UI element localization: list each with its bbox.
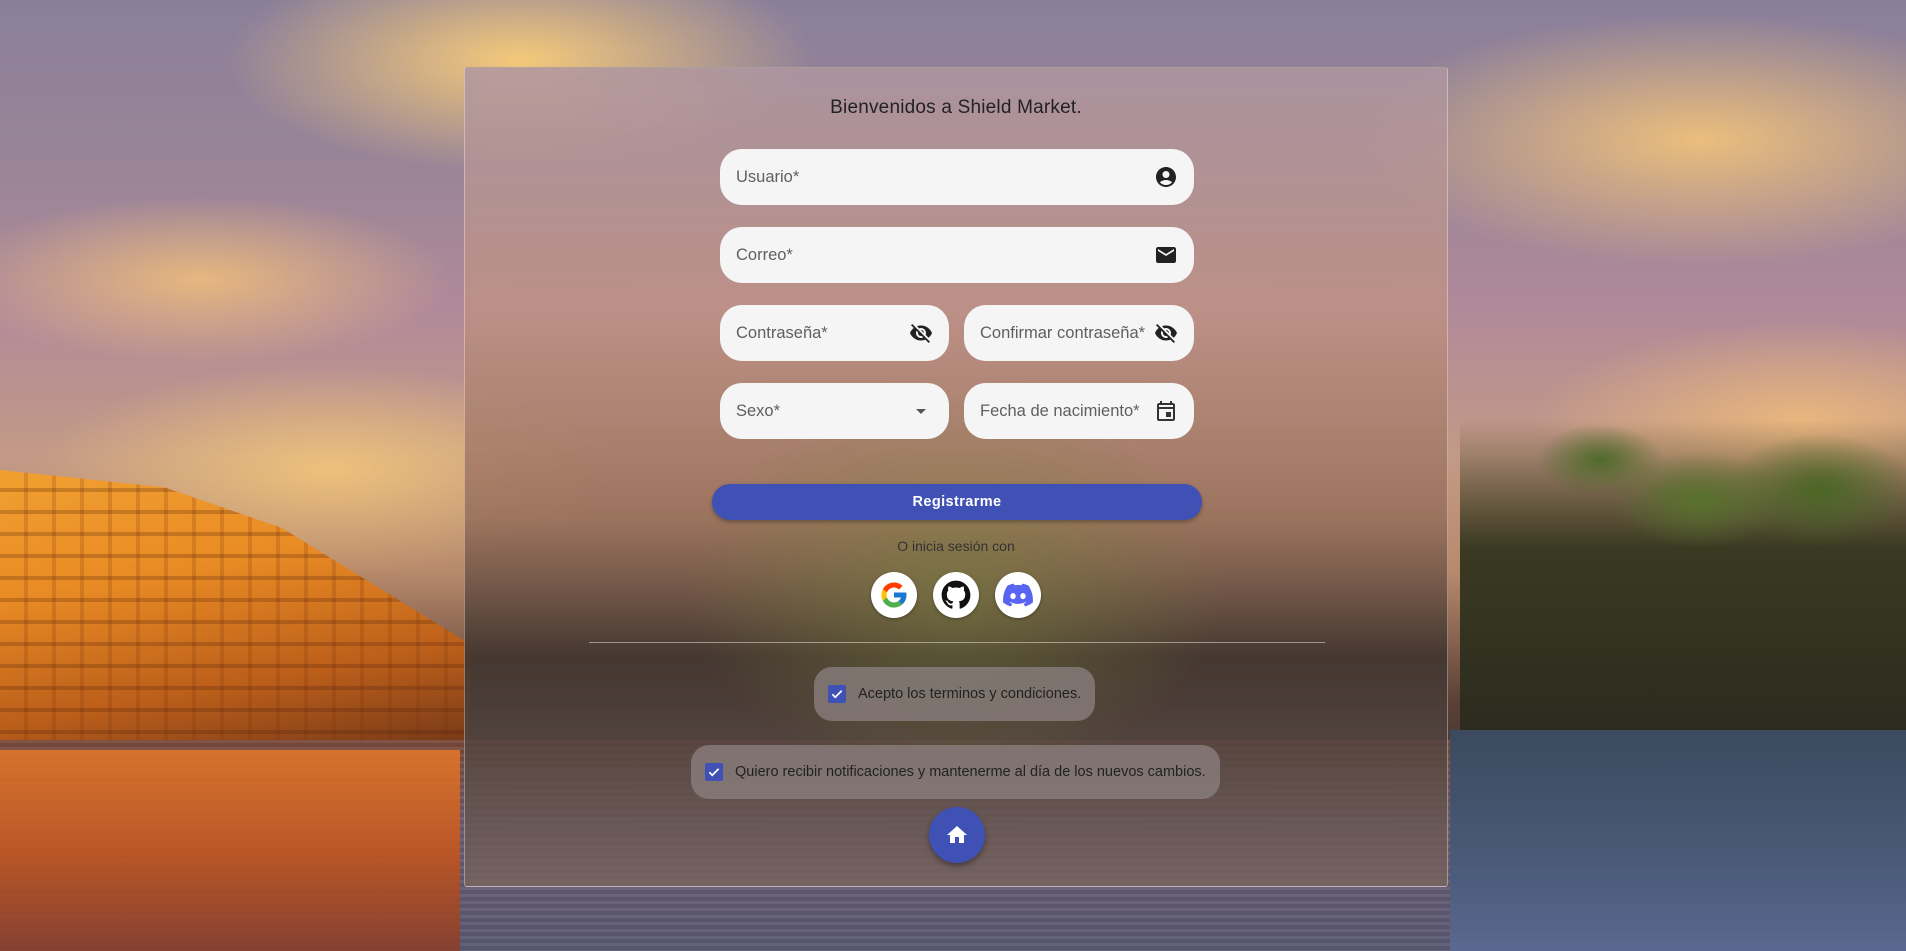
background-hill [0,470,470,760]
confirm-password-field[interactable]: Confirmar contraseña* [964,305,1194,361]
home-button[interactable] [929,807,985,863]
terms-label: Acepto los terminos y condiciones. [858,686,1082,702]
birthdate-field[interactable]: Fecha de nacimiento* [964,383,1194,439]
email-label: Correo* [736,245,793,264]
google-login-button[interactable] [871,572,917,618]
discord-login-button[interactable] [995,572,1041,618]
notifications-checkbox[interactable]: Quiero recibir notificaciones y mantener… [691,745,1220,799]
birthdate-label: Fecha de nacimiento* [980,401,1140,420]
google-icon [879,580,909,610]
arrow-drop-down-icon [909,399,933,423]
notifications-label: Quiero recibir notificaciones y mantener… [735,764,1206,780]
password-label: Contraseña* [736,323,828,342]
home-icon [945,823,969,847]
terms-checkbox[interactable]: Acepto los terminos y condiciones. [814,667,1096,721]
gender-label: Sexo* [736,401,781,420]
background-trees [1460,420,1906,740]
username-label: Usuario* [736,167,800,186]
confirm-password-label: Confirmar contraseña* [980,323,1146,342]
email-field[interactable]: Correo* [720,227,1194,283]
page-title: Bienvenidos a Shield Market. [830,97,1082,118]
mail-icon [1154,243,1178,267]
account-circle-icon [1154,165,1178,189]
visibility-off-icon[interactable] [1154,321,1178,345]
divider [589,642,1325,643]
background-water-reflection [0,750,460,951]
username-field[interactable]: Usuario* [720,149,1194,205]
gender-select[interactable]: Sexo* [720,383,949,439]
discord-icon [1003,580,1033,610]
background-water-shadow [1450,730,1906,951]
register-card: Bienvenidos a Shield Market. Usuario* Co… [464,67,1448,887]
visibility-off-icon[interactable] [909,321,933,345]
github-icon [941,580,971,610]
checkbox-checked-icon[interactable] [705,763,723,781]
github-login-button[interactable] [933,572,979,618]
calendar-icon[interactable] [1154,399,1178,423]
register-button[interactable]: Registrarme [712,484,1202,520]
checkbox-checked-icon[interactable] [828,685,846,703]
alt-login-text: O inicia sesión con [897,538,1015,554]
password-field[interactable]: Contraseña* [720,305,949,361]
